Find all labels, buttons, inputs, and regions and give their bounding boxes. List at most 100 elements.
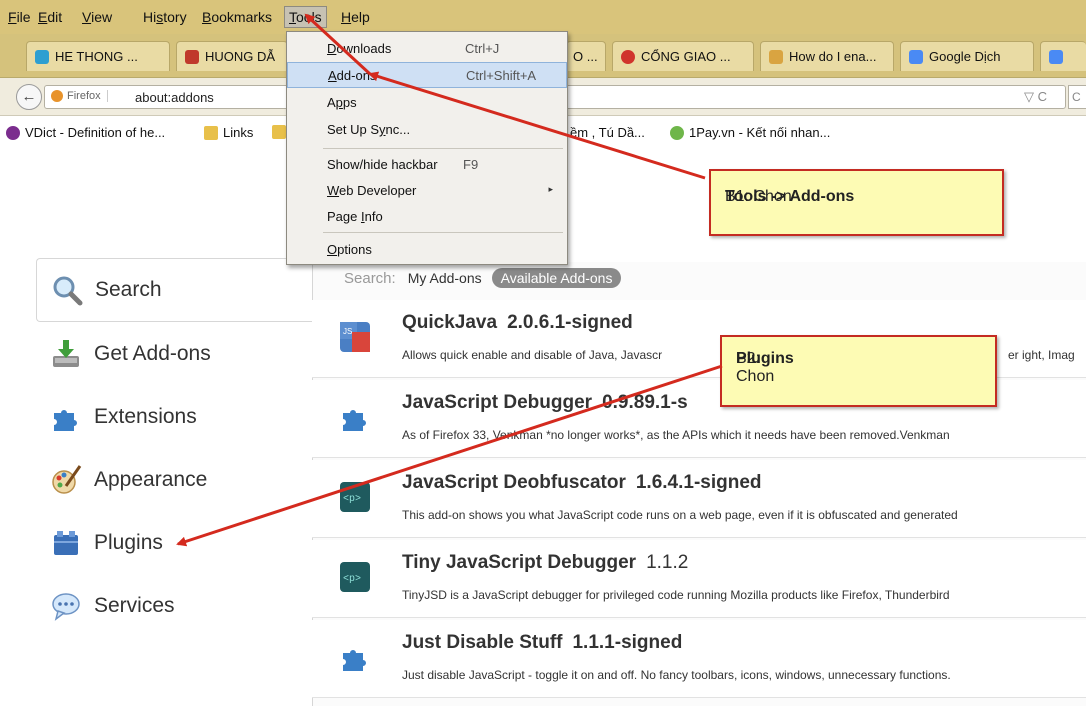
addon-row-just-disable-stuff[interactable]: Just Disable Stuff 1.1.1-signed Just disa…: [312, 620, 1086, 698]
callout-text: B1: Chon Tools -> Add-ons: [725, 188, 855, 205]
url-text: about:addons: [135, 90, 214, 105]
menu-bookmarks[interactable]: Bookmarks: [202, 9, 272, 25]
tab-favicon-icon: [621, 49, 635, 64]
menu-item-options[interactable]: Options: [287, 237, 567, 263]
menu-help[interactable]: Help: [341, 9, 370, 25]
quickjava-icon: JS: [340, 322, 370, 352]
category-label: Appearance: [94, 468, 208, 491]
tab-favicon-icon: [185, 49, 199, 64]
category-extensions[interactable]: Extensions: [50, 401, 197, 433]
bookmark-label: 1Pay.vn - Kết nối nhan...: [689, 125, 831, 140]
callout-step-1: B1: Chon Tools -> Add-ons: [709, 169, 1004, 236]
category-label: Extensions: [94, 405, 197, 428]
menu-view[interactable]: View: [82, 9, 112, 25]
category-plugins[interactable]: Plugins: [50, 527, 163, 559]
tab-google-dich[interactable]: Google Dịch: [900, 41, 1034, 71]
vdict-icon: [6, 125, 20, 140]
tab-cong-giao[interactable]: CỔNG GIAO ...: [612, 41, 754, 71]
category-appearance[interactable]: Appearance: [50, 464, 207, 496]
paint-brush-icon: [50, 464, 82, 496]
category-get-addons[interactable]: Get Add-ons: [50, 338, 211, 370]
download-tray-icon: [50, 338, 82, 370]
1pay-icon: [670, 125, 684, 140]
category-services[interactable]: Services: [50, 590, 175, 622]
tab-huong-dan[interactable]: HUONG DẪ: [176, 41, 288, 71]
addon-row-javascript-deobfuscator[interactable]: <p> JavaScript Deobfuscator 1.6.4.1-signe…: [312, 460, 1086, 538]
menu-item-show-hide-hackbar[interactable]: Show/hide hackbar F9: [287, 152, 567, 178]
addon-description: As of Firefox 33, Venkman *no longer wor…: [402, 428, 950, 442]
speech-bubble-icon: [50, 590, 82, 622]
tab-label: O ...: [573, 49, 598, 64]
menu-item-apps[interactable]: Apps: [287, 90, 567, 116]
addon-description: Just disable JavaScript - toggle it on a…: [402, 668, 951, 682]
menu-item-set-up-sync[interactable]: Set Up Sync...: [287, 117, 567, 143]
menu-bar: File Edit View History Bookmarks Tools H…: [0, 0, 1086, 34]
search-scope: Search: My Add-ons Available Add-ons: [344, 268, 622, 288]
svg-text:JS: JS: [343, 327, 352, 336]
tools-menu: Downloads Ctrl+J Add-ons Ctrl+Shift+A Apps…: [286, 31, 568, 265]
menu-file[interactable]: File: [8, 9, 31, 25]
bookmark-label: Links: [223, 125, 254, 140]
tab-how-do-i[interactable]: How do I ena...: [760, 41, 894, 71]
puzzle-piece-icon: [340, 402, 370, 432]
addon-description: This add-on shows you what JavaScript co…: [402, 508, 958, 522]
category-search[interactable]: Search: [36, 258, 312, 322]
scope-my-addons[interactable]: My Add-ons: [408, 270, 482, 286]
plugin-block-icon: [50, 527, 82, 559]
scope-available-addons[interactable]: Available Add-ons: [491, 268, 622, 288]
tab-favicon-icon: [769, 49, 783, 64]
addon-description: TinyJSD is a JavaScript debugger for pri…: [402, 588, 950, 602]
addon-name: Tiny JavaScript Debugger 1.1.2: [402, 552, 689, 573]
identity-label: Firefox: [67, 90, 101, 102]
category-label: Plugins: [94, 531, 163, 554]
menu-separator: [323, 148, 563, 149]
firefox-logo-icon: [51, 90, 63, 102]
addon-name: JavaScript Debugger 0.9.89.1-s: [402, 392, 688, 413]
menu-separator: [323, 232, 563, 233]
tab-favicon-icon: [35, 49, 49, 64]
menu-history[interactable]: History: [143, 9, 187, 25]
addon-row-tiny-javascript-debugger[interactable]: <p> Tiny JavaScript Debugger 1.1.2 TinyJS…: [312, 540, 1086, 618]
tab-label: Google Dịch: [929, 49, 1001, 64]
category-label: Services: [94, 594, 175, 617]
menu-tools[interactable]: Tools: [284, 6, 327, 28]
code-tag-icon: <p>: [340, 482, 370, 512]
magnifier-icon: [51, 274, 83, 306]
svg-text:<p>: <p>: [343, 494, 361, 505]
tab-he-thong[interactable]: HE THONG ...: [26, 41, 170, 71]
scope-label: Search:: [344, 269, 396, 287]
submenu-arrow-icon: ▸: [548, 184, 553, 194]
tab-label: How do I ena...: [789, 49, 877, 64]
search-bar[interactable]: C: [1068, 85, 1086, 109]
category-label: Get Add-ons: [94, 342, 211, 365]
puzzle-piece-icon: [50, 401, 82, 433]
identity-badge[interactable]: Firefox: [51, 90, 108, 102]
tab-favicon-icon: [1049, 49, 1063, 64]
bookmark-vdict[interactable]: VDict - Definition of he...: [6, 125, 165, 140]
menu-item-page-info[interactable]: Page Info: [287, 204, 567, 230]
tab-partial[interactable]: O ...: [566, 41, 606, 71]
bookmark-label: VDict - Definition of he...: [25, 125, 166, 140]
tab-overflow[interactable]: [1040, 41, 1086, 71]
bookmark-links[interactable]: Links: [204, 125, 253, 140]
callout-text: B2: Chon Plugins: [736, 350, 794, 385]
bookmark-1pay[interactable]: 1Pay.vn - Kết nối nhan...: [670, 125, 830, 140]
tab-label: HUONG DẪ: [205, 49, 276, 64]
menu-item-add-ons[interactable]: Add-ons Ctrl+Shift+A: [287, 62, 567, 88]
addon-name: JavaScript Deobfuscator 1.6.4.1-signed: [402, 472, 762, 493]
tab-label: HE THONG ...: [55, 49, 138, 64]
puzzle-piece-icon: [340, 642, 370, 672]
tab-label: CỔNG GIAO ...: [641, 49, 731, 64]
bookmark-tu-da[interactable]: ềm , Tú Dầ...: [570, 125, 645, 140]
bookmark-label: ềm , Tú Dầ...: [570, 125, 645, 140]
menu-edit[interactable]: Edit: [38, 9, 62, 25]
tab-favicon-icon: [909, 49, 923, 64]
reload-icon[interactable]: ▽ C: [1024, 89, 1047, 105]
category-label: Search: [95, 278, 162, 301]
back-arrow-icon[interactable]: ←: [16, 84, 42, 110]
menu-item-downloads[interactable]: Downloads Ctrl+J: [287, 36, 567, 62]
menu-item-web-developer[interactable]: Web Developer ▸: [287, 178, 567, 204]
code-tag-icon: <p>: [340, 562, 370, 592]
addon-name: QuickJava 2.0.6.1-signed: [402, 312, 633, 333]
folder-icon: [204, 125, 218, 140]
